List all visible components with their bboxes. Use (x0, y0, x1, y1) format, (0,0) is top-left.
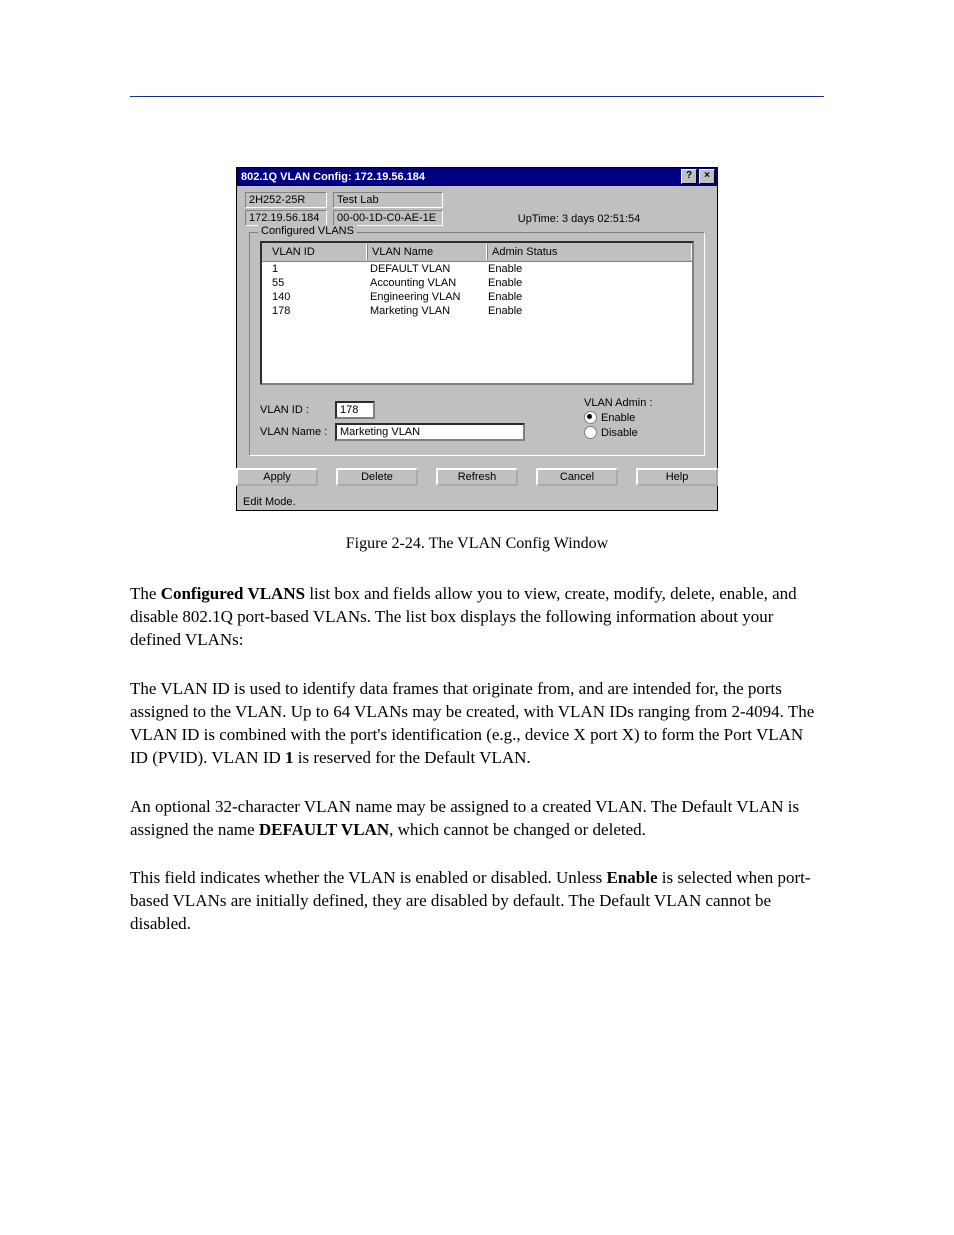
cell-status: Enable (484, 291, 692, 303)
cell-id: 178 (268, 305, 366, 317)
device-location: Test Lab (333, 192, 443, 208)
table-row[interactable]: 140 Engineering VLAN Enable (262, 290, 692, 304)
cell-name: Marketing VLAN (366, 305, 484, 317)
table-row[interactable]: 1 DEFAULT VLAN Enable (262, 262, 692, 276)
cell-status: Enable (484, 305, 692, 317)
configured-vlans-group: Configured VLANS VLAN ID VLAN Name Admin… (249, 232, 705, 456)
body-paragraph: The Configured VLANS list box and fields… (130, 583, 824, 652)
close-icon[interactable]: × (699, 169, 715, 184)
col-vlan-name[interactable]: VLAN Name (367, 244, 487, 260)
group-legend: Configured VLANS (258, 225, 357, 237)
figure-caption: Figure 2-24. The VLAN Config Window (130, 535, 824, 553)
titlebar: 802.1Q VLAN Config: 172.19.56.184 ? × (237, 168, 717, 186)
apply-button[interactable]: Apply (236, 468, 318, 486)
status-line: Edit Mode. (237, 494, 717, 510)
col-admin-status[interactable]: Admin Status (487, 244, 692, 260)
uptime-label: UpTime: 3 days 02:51:54 (449, 211, 709, 225)
window-title: 802.1Q VLAN Config: 172.19.56.184 (241, 171, 679, 183)
vlan-config-dialog: 802.1Q VLAN Config: 172.19.56.184 ? × 2H… (236, 167, 718, 511)
vlan-admin-label: VLAN Admin : (584, 397, 652, 409)
vlan-listbox[interactable]: VLAN ID VLAN Name Admin Status 1 DEFAULT… (260, 241, 694, 385)
device-model: 2H252-25R (245, 192, 327, 208)
cell-id: 140 (268, 291, 366, 303)
vlan-name-field[interactable] (335, 423, 525, 441)
device-ip: 172.19.56.184 (245, 210, 327, 226)
cancel-button[interactable]: Cancel (536, 468, 618, 486)
cell-id: 1 (268, 263, 366, 275)
cell-status: Enable (484, 263, 692, 275)
disable-radio-label: Disable (601, 427, 638, 439)
table-row[interactable]: 55 Accounting VLAN Enable (262, 276, 692, 290)
cell-id: 55 (268, 277, 366, 289)
enable-radio[interactable]: Enable (584, 411, 652, 424)
device-mac: 00-00-1D-C0-AE-1E (333, 210, 443, 226)
cell-name: Engineering VLAN (366, 291, 484, 303)
refresh-button[interactable]: Refresh (436, 468, 518, 486)
vlan-id-label: VLAN ID : (260, 404, 335, 416)
listbox-header: VLAN ID VLAN Name Admin Status (262, 243, 692, 262)
help-button[interactable]: Help (636, 468, 718, 486)
cell-name: DEFAULT VLAN (366, 263, 484, 275)
body-paragraph: The VLAN ID is used to identify data fra… (130, 678, 824, 770)
body-paragraph: An optional 32-character VLAN name may b… (130, 796, 824, 842)
vlan-name-label: VLAN Name : (260, 426, 335, 438)
radio-icon (584, 426, 597, 439)
enable-radio-label: Enable (601, 412, 635, 424)
table-row[interactable]: 178 Marketing VLAN Enable (262, 304, 692, 318)
delete-button[interactable]: Delete (336, 468, 418, 486)
disable-radio[interactable]: Disable (584, 426, 652, 439)
help-icon[interactable]: ? (681, 169, 697, 184)
body-paragraph: This field indicates whether the VLAN is… (130, 867, 824, 936)
page-top-rule (130, 96, 824, 97)
radio-icon (584, 411, 597, 424)
cell-status: Enable (484, 277, 692, 289)
col-vlan-id[interactable]: VLAN ID (268, 244, 367, 260)
vlan-id-field[interactable] (335, 401, 375, 419)
cell-name: Accounting VLAN (366, 277, 484, 289)
